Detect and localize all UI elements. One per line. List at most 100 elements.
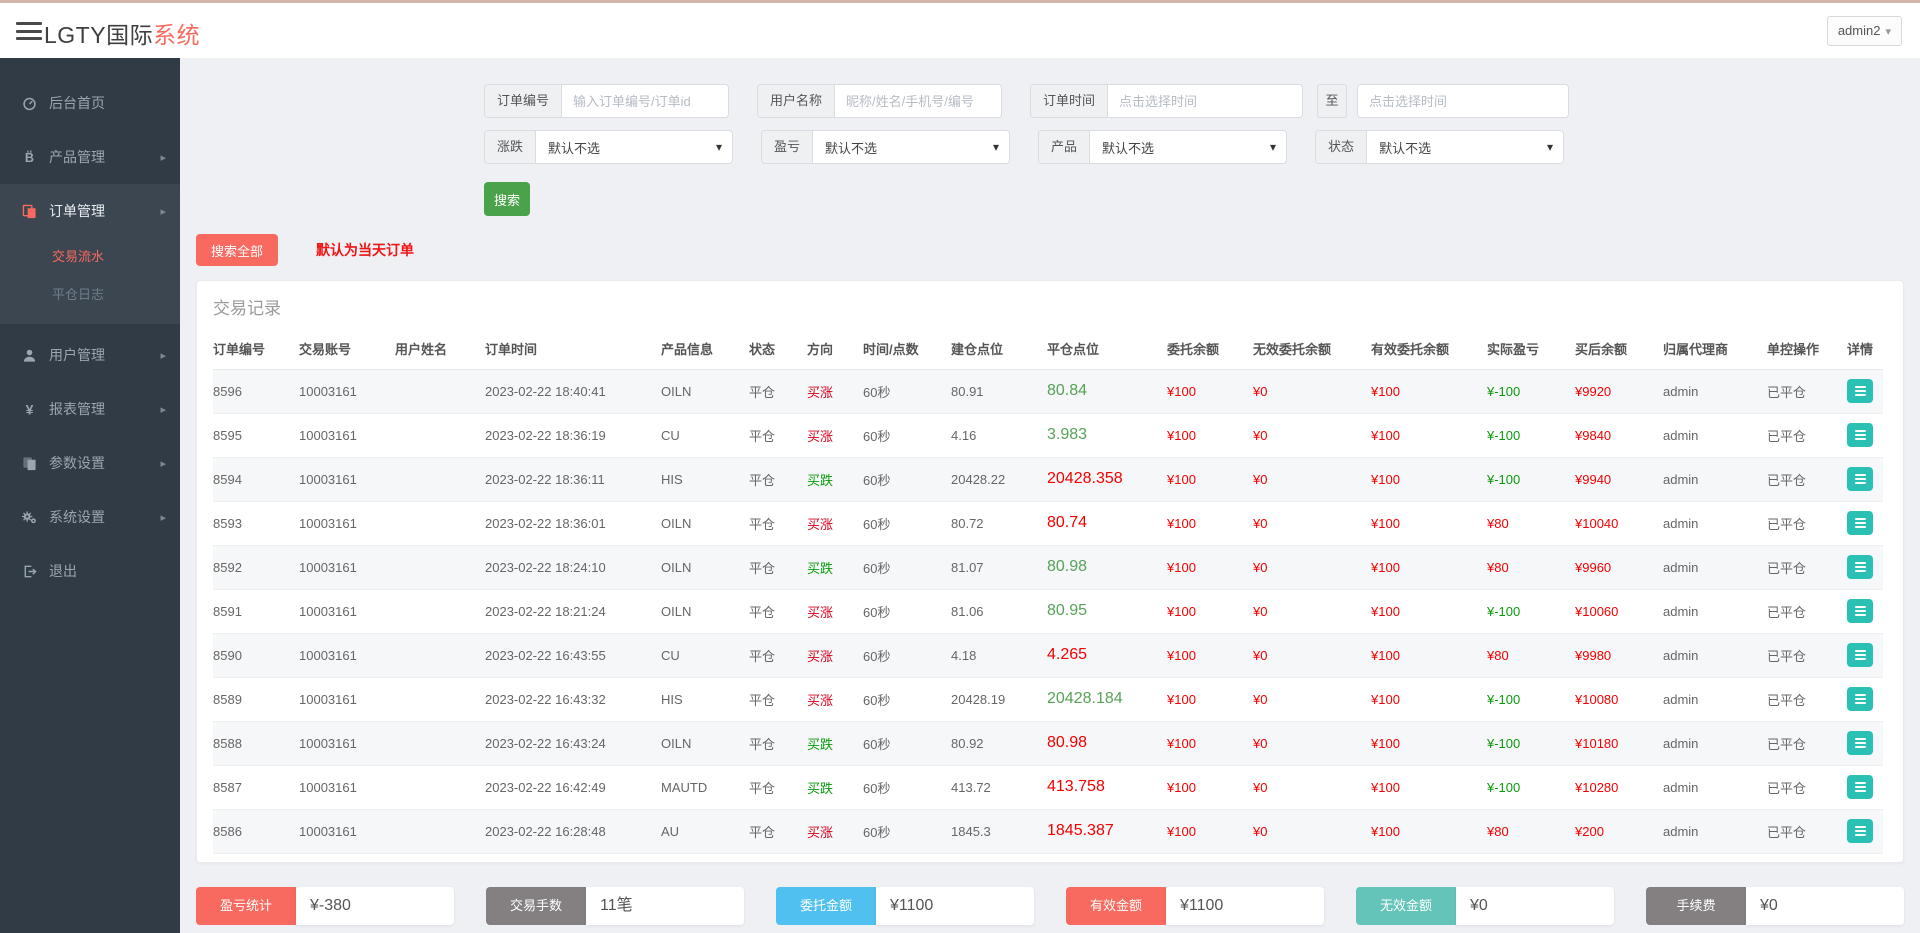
cell-after-balance: ¥10060	[1575, 589, 1663, 633]
cell-profit: ¥-100	[1487, 457, 1575, 501]
sidebar-item-0[interactable]: 后台首页	[0, 76, 180, 130]
sidebar-subitem-1[interactable]: 平仓日志	[0, 276, 180, 314]
cell-order-id: 8590	[213, 633, 299, 677]
detail-button[interactable]	[1847, 775, 1873, 799]
sidebar-group-2: 订单管理▸交易流水平仓日志	[0, 184, 180, 324]
sidebar-subitem-0[interactable]: 交易流水	[0, 238, 180, 276]
sidebar: 后台首页B产品管理▸订单管理▸交易流水平仓日志用户管理▸¥报表管理▸参数设置▸系…	[0, 58, 180, 933]
cell-period: 60秒	[863, 721, 951, 765]
product-select[interactable]: 默认不选▾	[1090, 131, 1286, 163]
column-header: 详情	[1847, 329, 1883, 369]
column-header: 实际盈亏	[1487, 329, 1575, 369]
filter-row-1: 订单编号 用户名称 订单时间 至	[484, 84, 1904, 118]
cell-period: 60秒	[863, 413, 951, 457]
user-name: admin2	[1838, 23, 1881, 38]
logout-icon	[20, 563, 38, 579]
cell-account: 10003161	[299, 413, 395, 457]
detail-button[interactable]	[1847, 423, 1873, 447]
sidebar-item-3[interactable]: 用户管理▸	[0, 328, 180, 382]
cell-status: 平仓	[749, 413, 807, 457]
search-button[interactable]: 搜索	[484, 182, 530, 216]
cell-user-name	[395, 413, 485, 457]
trade-records-panel: 交易记录 订单编号交易账号用户姓名订单时间产品信息状态方向时间/点数建仓点位平仓…	[196, 280, 1904, 863]
status-select[interactable]: 默认不选▾	[1367, 131, 1563, 163]
sidebar-item-7[interactable]: 退出	[0, 544, 180, 598]
detail-button[interactable]	[1847, 731, 1873, 755]
cell-open-point: 1845.3	[951, 809, 1047, 853]
cell-invalid-entrust: ¥0	[1253, 413, 1371, 457]
user-name-input[interactable]	[835, 85, 1001, 117]
filter-order-no-label: 订单编号	[485, 85, 562, 117]
table-row: 8589100031612023-02-22 16:43:32HIS平仓买涨60…	[213, 677, 1883, 721]
user-dropdown[interactable]: admin2▾	[1827, 16, 1902, 46]
cell-profit: ¥-100	[1487, 677, 1575, 721]
stat-value: 11笔	[586, 887, 744, 925]
cell-product: OILN	[661, 589, 749, 633]
action-row: 搜索全部 默认为当天订单	[180, 216, 1920, 266]
cell-after-balance: ¥200	[1575, 809, 1663, 853]
cell-invalid-entrust: ¥0	[1253, 765, 1371, 809]
cell-profit: ¥80	[1487, 545, 1575, 589]
detail-button[interactable]	[1847, 643, 1873, 667]
column-header: 订单时间	[485, 329, 661, 369]
stat-group-4: 无效金额¥0	[1356, 887, 1614, 925]
cell-profit: ¥-100	[1487, 765, 1575, 809]
detail-button[interactable]	[1847, 819, 1873, 843]
list-icon	[1855, 742, 1866, 744]
cell-open-point: 80.91	[951, 369, 1047, 413]
cell-valid-entrust: ¥100	[1371, 413, 1487, 457]
cell-order-time: 2023-02-22 16:43:55	[485, 633, 661, 677]
sidebar-item-4[interactable]: ¥报表管理▸	[0, 382, 180, 436]
cell-open-point: 20428.19	[951, 677, 1047, 721]
cell-direction: 买跌	[807, 545, 863, 589]
updown-select[interactable]: 默认不选▾	[536, 131, 732, 163]
detail-button[interactable]	[1847, 467, 1873, 491]
detail-button[interactable]	[1847, 511, 1873, 535]
cell-invalid-entrust: ¥0	[1253, 589, 1371, 633]
filter-profit: 盈亏 默认不选▾	[761, 130, 1010, 164]
sidebar-item-1[interactable]: B产品管理▸	[0, 130, 180, 184]
chevron-right-icon: ▸	[160, 457, 166, 470]
time-end-input[interactable]	[1358, 85, 1568, 117]
order-no-input[interactable]	[562, 85, 728, 117]
cell-open-point: 4.16	[951, 413, 1047, 457]
sidebar-group-3: 用户管理▸	[0, 328, 180, 382]
profit-select[interactable]: 默认不选▾	[813, 131, 1009, 163]
table-row: 8591100031612023-02-22 18:21:24OILN平仓买涨6…	[213, 589, 1883, 633]
cell-order-id: 8592	[213, 545, 299, 589]
cell-direction: 买跌	[807, 457, 863, 501]
cell-detail	[1847, 721, 1883, 765]
cell-agent: admin	[1663, 809, 1767, 853]
detail-button[interactable]	[1847, 599, 1873, 623]
status-select-value: 默认不选	[1379, 138, 1431, 157]
cell-agent: admin	[1663, 721, 1767, 765]
sidebar-item-6[interactable]: 系统设置▸	[0, 490, 180, 544]
time-start-input[interactable]	[1108, 85, 1302, 117]
table-row: 8592100031612023-02-22 18:24:10OILN平仓买跌6…	[213, 545, 1883, 589]
cell-status: 平仓	[749, 545, 807, 589]
detail-button[interactable]	[1847, 379, 1873, 403]
hamburger-menu-icon[interactable]	[12, 20, 46, 42]
cell-profit: ¥-100	[1487, 369, 1575, 413]
list-icon	[1855, 522, 1866, 524]
cell-control: 已平仓	[1767, 589, 1847, 633]
cell-user-name	[395, 633, 485, 677]
column-header: 产品信息	[661, 329, 749, 369]
cell-agent: admin	[1663, 413, 1767, 457]
filter-row-2: 涨跌 默认不选▾ 盈亏 默认不选▾ 产品 默认不选▾ 状态 默认不选▾	[484, 130, 1904, 164]
detail-button[interactable]	[1847, 555, 1873, 579]
sidebar-item-2[interactable]: 订单管理▸	[0, 184, 180, 238]
cell-open-point: 80.92	[951, 721, 1047, 765]
cell-detail	[1847, 589, 1883, 633]
search-all-button[interactable]: 搜索全部	[196, 234, 278, 266]
cell-period: 60秒	[863, 501, 951, 545]
cell-control: 已平仓	[1767, 545, 1847, 589]
sidebar-item-5[interactable]: 参数设置▸	[0, 436, 180, 490]
table-row: 8593100031612023-02-22 18:36:01OILN平仓买涨6…	[213, 501, 1883, 545]
cell-account: 10003161	[299, 633, 395, 677]
cell-status: 平仓	[749, 677, 807, 721]
cell-detail	[1847, 457, 1883, 501]
detail-button[interactable]	[1847, 687, 1873, 711]
filter-product: 产品 默认不选▾	[1038, 130, 1287, 164]
table-row: 8588100031612023-02-22 16:43:24OILN平仓买跌6…	[213, 721, 1883, 765]
